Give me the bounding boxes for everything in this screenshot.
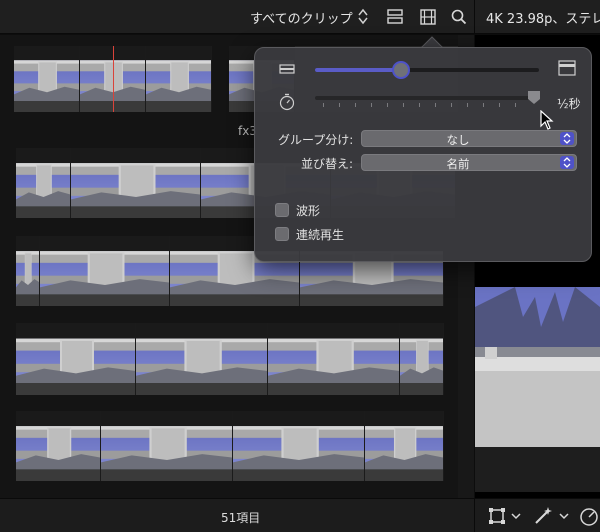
clip-height-fill xyxy=(315,68,401,72)
clip-height-slider[interactable] xyxy=(315,61,539,79)
group-by-popup[interactable]: なし xyxy=(361,130,577,147)
sort-by-popup[interactable]: 名前 xyxy=(361,154,577,171)
magic-wand-icon[interactable] xyxy=(532,506,572,526)
clip-appearance-icon[interactable] xyxy=(385,7,405,27)
group-by-value: なし xyxy=(446,133,470,147)
clip-frame xyxy=(14,46,80,112)
clip-frame xyxy=(146,46,212,112)
clip-frame xyxy=(400,323,444,395)
clip-frame xyxy=(268,323,400,395)
clip-frame xyxy=(16,236,40,306)
transform-icon[interactable] xyxy=(488,506,524,526)
clip-frame xyxy=(136,323,268,395)
viewer-format-info: 4K 23.98p、ステレ xyxy=(486,12,600,27)
search-icon[interactable] xyxy=(449,7,469,27)
duration-value: ½秒 xyxy=(557,97,581,111)
continuous-playback-label[interactable]: 連続再生 xyxy=(296,226,344,243)
filmstrip-icon[interactable] xyxy=(418,7,438,27)
clip-frame xyxy=(16,411,101,481)
popup-arrows-icon xyxy=(560,132,574,145)
clip-filter-popup[interactable]: すべてのクリップ xyxy=(250,8,353,27)
duration-slider[interactable] xyxy=(315,91,540,112)
item-count: 51項目 xyxy=(221,511,261,525)
clip-frame xyxy=(101,411,233,481)
clip-frame xyxy=(16,148,71,218)
top-toolbar: すべてのクリップ 4K 23.98p、ステレ xyxy=(0,0,600,34)
clip-frame xyxy=(365,411,444,481)
clip-appearance-popover: ½秒 グループ分け: なし 並び替え: 名前 波形 連続再生 xyxy=(254,47,592,262)
small-clip-icon xyxy=(279,64,295,74)
updown-arrows-icon[interactable] xyxy=(357,8,369,25)
sort-by-label: 並び替え: xyxy=(301,157,354,171)
duration-knob[interactable] xyxy=(528,91,540,104)
clip-frame xyxy=(233,411,365,481)
clip-height-knob[interactable] xyxy=(392,61,410,79)
continuous-playback-checkbox[interactable] xyxy=(275,227,289,241)
toolbar-divider xyxy=(474,0,475,34)
clip-frame xyxy=(71,148,201,218)
skimmer-playhead xyxy=(113,46,114,112)
large-clip-icon xyxy=(558,60,576,76)
bottom-bar: 51項目 xyxy=(0,498,600,532)
waveforms-label[interactable]: 波形 xyxy=(296,202,320,219)
stopwatch-icon xyxy=(279,93,295,111)
cursor-icon xyxy=(540,110,554,130)
duration-track xyxy=(315,96,539,100)
clip-frame xyxy=(40,236,170,306)
clip-filmstrip[interactable] xyxy=(16,323,444,395)
bottombar-divider xyxy=(474,499,475,532)
waveforms-checkbox[interactable] xyxy=(275,203,289,217)
popup-arrows-icon xyxy=(560,156,574,169)
sort-by-value: 名前 xyxy=(446,157,470,171)
clip-frame xyxy=(16,323,136,395)
clip-filmstrip[interactable] xyxy=(16,411,444,481)
viewer-image xyxy=(475,287,600,492)
speed-icon[interactable] xyxy=(578,506,600,526)
group-by-label: グループ分け: xyxy=(278,133,354,147)
